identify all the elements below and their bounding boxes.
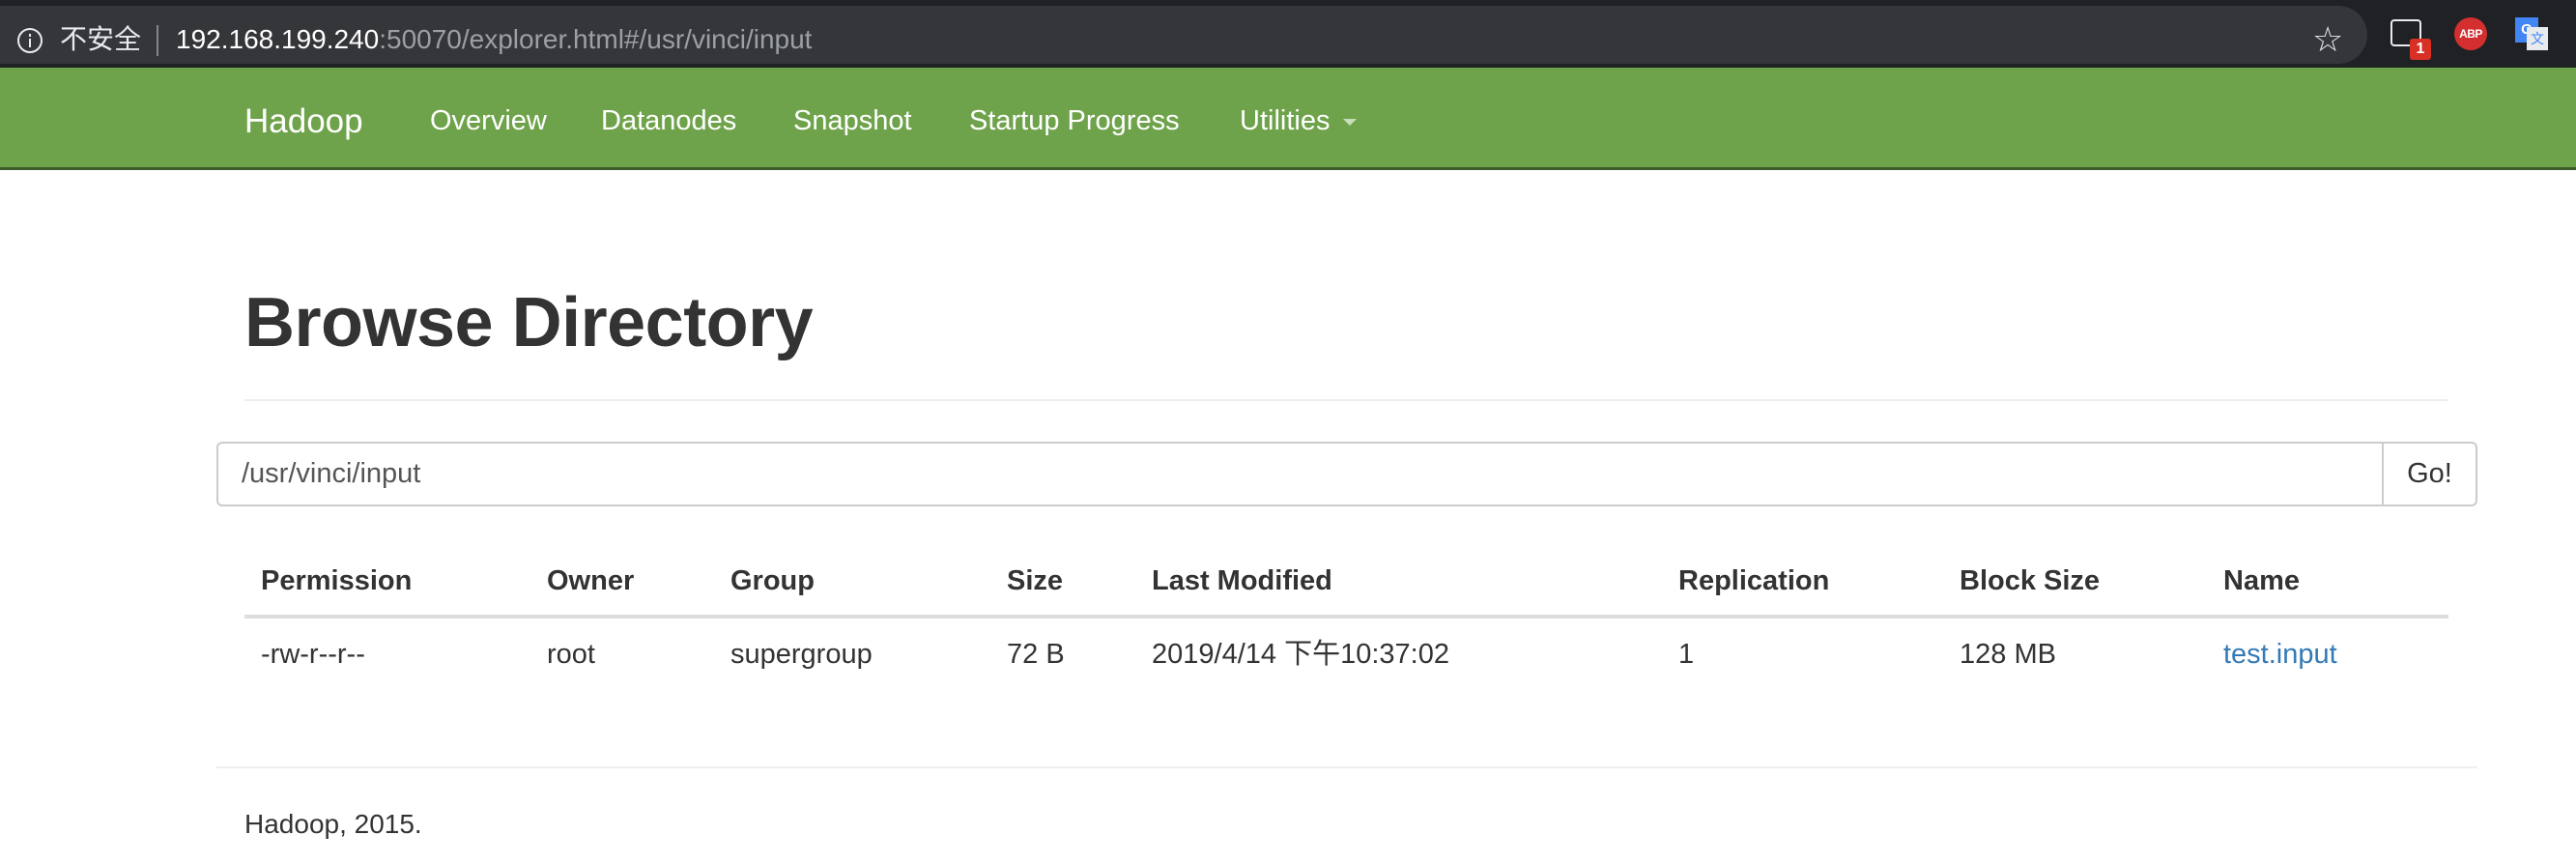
nav-overview[interactable]: Overview	[430, 104, 547, 137]
directory-path-input[interactable]	[216, 442, 2383, 506]
cell-permission: -rw-r--r--	[261, 639, 365, 670]
nav-startup-progress[interactable]: Startup Progress	[969, 104, 1180, 137]
column-header-name[interactable]: Name	[2223, 564, 2300, 597]
cell-size: 72 B	[1007, 639, 1065, 670]
nav-utilities[interactable]: Utilities	[1240, 104, 1358, 137]
nav-utilities-label: Utilities	[1240, 105, 1331, 136]
url-text[interactable]: 192.168.199.240:50070/explorer.html#/usr…	[176, 24, 812, 55]
page-title: Browse Directory	[244, 284, 814, 361]
column-header-replication[interactable]: Replication	[1678, 564, 1829, 597]
url-path: :50070/explorer.html#/usr/vinci/input	[379, 24, 813, 54]
table-header-divider	[244, 615, 2448, 619]
adblock-extension-icon[interactable]: ABP	[2454, 17, 2487, 50]
cell-replication: 1	[1678, 639, 1695, 670]
cell-last-modified: 2019/4/14 下午10:37:02	[1152, 639, 1449, 670]
column-header-permission[interactable]: Permission	[261, 564, 412, 597]
brand-link[interactable]: Hadoop	[244, 102, 363, 141]
footer-text: Hadoop, 2015.	[244, 809, 422, 839]
nav-datanodes[interactable]: Datanodes	[601, 104, 736, 137]
cell-block-size: 128 MB	[1960, 639, 2056, 670]
column-header-group[interactable]: Group	[730, 564, 815, 597]
cell-owner: root	[547, 639, 595, 670]
navbar: Hadoop Overview Datanodes Snapshot Start…	[0, 68, 2576, 170]
nav-snapshot[interactable]: Snapshot	[793, 104, 912, 137]
extension-badge: 1	[2410, 39, 2431, 60]
cell-group: supergroup	[730, 639, 873, 670]
info-icon[interactable]	[17, 28, 43, 53]
column-header-last-modified[interactable]: Last Modified	[1152, 564, 1332, 597]
translate-extension-icon[interactable]: G 文	[2515, 17, 2548, 50]
footer-divider	[216, 766, 2477, 768]
url-host: 192.168.199.240	[176, 24, 380, 54]
browser-toolbar: 不安全 192.168.199.240:50070/explorer.html#…	[0, 0, 2576, 68]
caret-down-icon	[1343, 118, 1358, 126]
column-header-size[interactable]: Size	[1007, 564, 1063, 597]
file-link[interactable]: test.input	[2223, 638, 2337, 671]
go-button[interactable]: Go!	[2382, 442, 2477, 506]
column-header-owner[interactable]: Owner	[547, 564, 634, 597]
security-indicator[interactable]: 不安全	[60, 24, 141, 55]
star-icon[interactable]: ☆	[2312, 20, 2343, 59]
column-header-block-size[interactable]: Block Size	[1960, 564, 2100, 597]
translate-t: 文	[2527, 27, 2548, 50]
address-bar[interactable]: 不安全 192.168.199.240:50070/explorer.html#…	[0, 6, 2367, 64]
address-divider	[157, 25, 158, 56]
title-divider	[244, 399, 2448, 401]
